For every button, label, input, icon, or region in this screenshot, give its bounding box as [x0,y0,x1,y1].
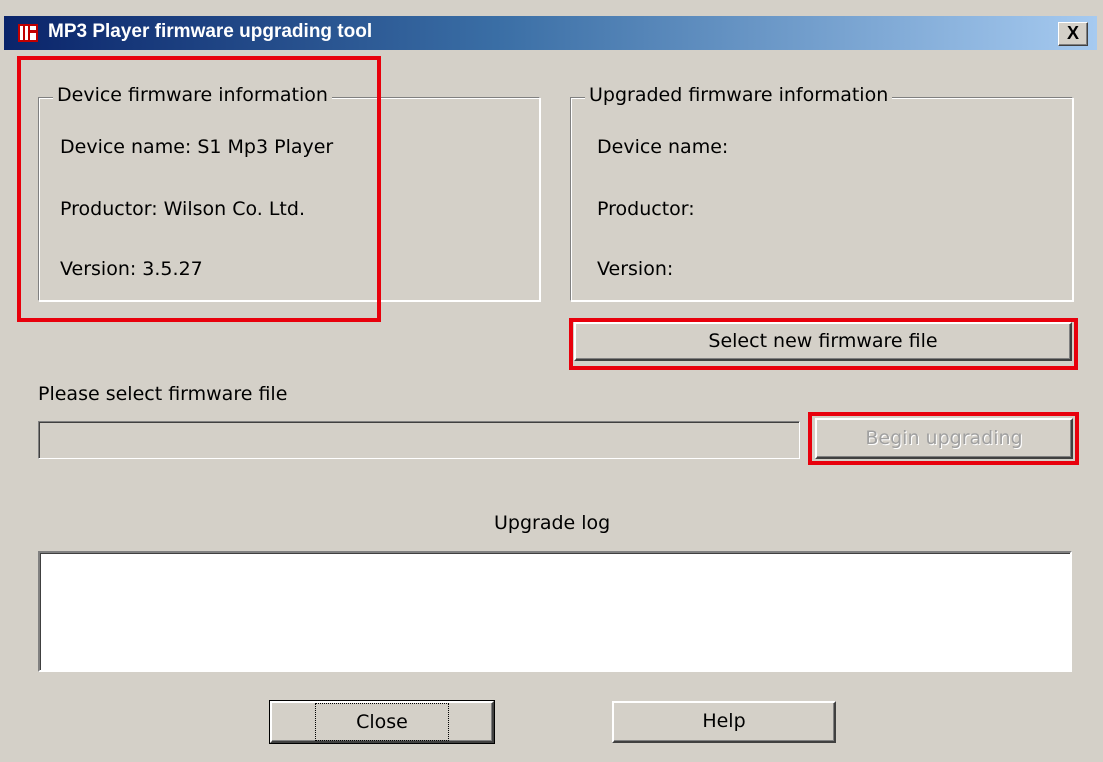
upgraded-firmware-legend: Upgraded firmware information [585,84,893,106]
window-close-button[interactable]: X [1058,22,1088,46]
device-firmware-group: Device firmware information Device name:… [38,84,540,301]
upgraded-firmware-group: Upgraded firmware information Device nam… [570,84,1073,301]
upgrade-log-box[interactable] [38,551,1072,672]
productor-value: Productor: Wilson Co. Ltd. [60,198,305,220]
help-button[interactable]: Help [612,701,836,743]
device-firmware-legend: Device firmware information [53,84,332,106]
select-firmware-label: Select new firmware file [708,330,938,352]
close-icon: X [1066,23,1079,43]
app-icon [18,24,38,42]
firmware-path-field[interactable] [38,421,800,459]
new-productor-label: Productor: [597,198,695,220]
title-bar[interactable]: MP3 Player firmware upgrading tool X [4,16,1097,50]
version-value: Version: 3.5.27 [60,258,203,280]
begin-upgrading-label: Begin upgrading [865,427,1023,449]
help-button-label: Help [702,710,746,732]
close-button[interactable]: Close [269,700,495,744]
select-firmware-button[interactable]: Select new firmware file [574,322,1072,361]
upgrade-log-label: Upgrade log [494,512,611,534]
firmware-tool-window: MP3 Player firmware upgrading tool X Dev… [0,0,1103,762]
file-prompt-label: Please select firmware file [38,383,288,405]
new-device-name-label: Device name: [597,136,729,158]
begin-upgrading-button[interactable]: Begin upgrading [815,418,1073,459]
new-version-label: Version: [597,258,674,280]
close-button-label: Close [315,703,449,741]
device-name-value: Device name: S1 Mp3 Player [60,136,334,158]
window-title: MP3 Player firmware upgrading tool [48,21,373,42]
